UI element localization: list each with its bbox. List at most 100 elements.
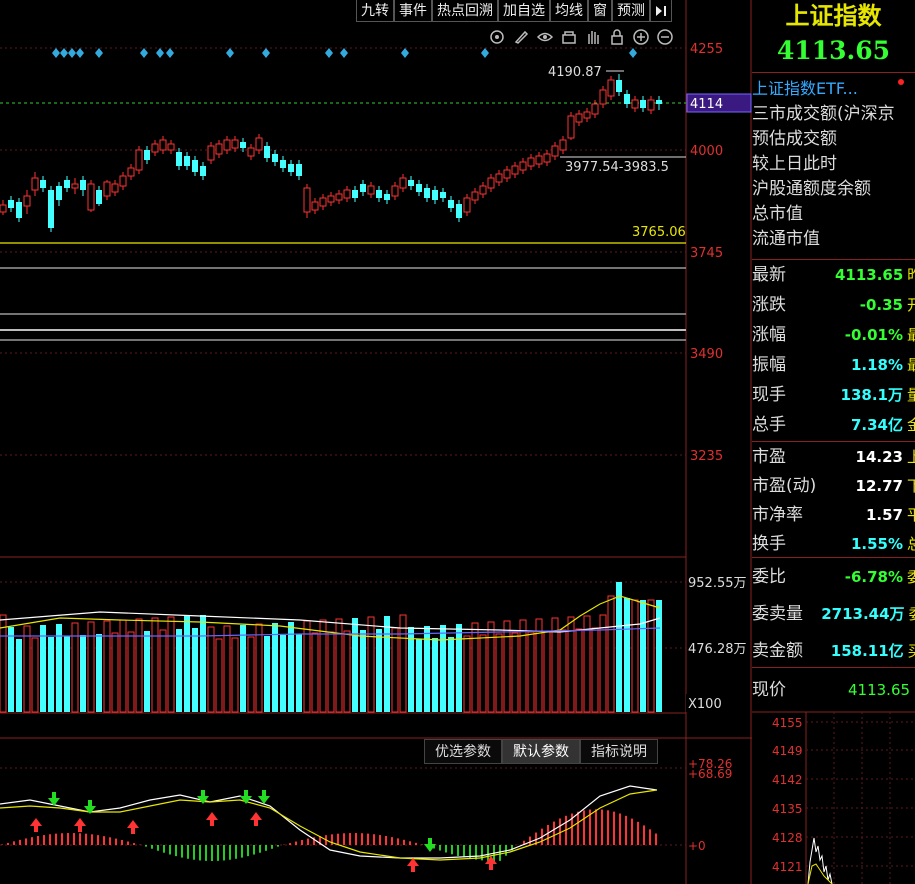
candle-body (607, 79, 615, 97)
svg-text:3235: 3235 (690, 449, 723, 464)
eye-icon[interactable] (536, 28, 554, 46)
svg-text:4000: 4000 (690, 144, 723, 159)
event-diamond (95, 48, 103, 58)
stat-label: 卖金额 (752, 641, 803, 661)
stat-suffix: 昨 (907, 265, 915, 284)
candle-body (583, 111, 591, 119)
toolbar-hotspot-review[interactable]: 热点回溯 (432, 0, 498, 22)
svg-text:4135: 4135 (772, 802, 803, 816)
volume-bar (127, 631, 135, 713)
info-line: 沪股通额度余额 (752, 179, 871, 199)
candle-body (103, 181, 111, 197)
stat-row: 卖金额 158.11亿买 (752, 633, 915, 670)
stat-label: 总手 (752, 414, 786, 435)
event-diamond (52, 48, 60, 58)
candle-body (631, 99, 639, 109)
volume-bar (184, 616, 190, 712)
pen-icon[interactable] (512, 28, 530, 46)
chart-tools (488, 28, 674, 46)
toolbar-jiuzhuan[interactable]: 九转 (356, 0, 394, 22)
stat-value: 138.1万 (840, 385, 903, 404)
stat-value: 1.18% (850, 355, 903, 374)
toolbar-window[interactable]: 窗 (588, 0, 612, 22)
svg-text:4149: 4149 (772, 744, 803, 758)
candle-body (264, 146, 270, 158)
stat-value: -0.35 (859, 295, 903, 314)
candle-body (335, 193, 343, 201)
volume-bar (376, 629, 382, 712)
support-annotation: 3765.06 (632, 225, 686, 240)
candle-body (599, 89, 607, 105)
volume-bar (456, 624, 462, 712)
stat-label: 市净率 (752, 505, 803, 525)
volume-bar (471, 622, 479, 713)
hand-icon[interactable] (584, 28, 602, 46)
stat-value: 2713.44万 (821, 605, 905, 623)
volume-bar (151, 617, 159, 713)
candle-body (296, 164, 302, 176)
stat-row: 市盈 14.23 上 (752, 443, 915, 472)
stat-label: 最新 (752, 264, 786, 285)
stat-suffix: 平 (907, 506, 915, 524)
toolbar-add-watchlist[interactable]: 加自选 (498, 0, 550, 22)
candle-body (567, 115, 575, 139)
etf-link[interactable]: 上证指数ETF... (752, 79, 858, 98)
indicator-line-white (0, 785, 658, 859)
volume-bar (631, 599, 639, 713)
candle-body (255, 137, 263, 151)
stat-suffix: 下 (907, 477, 915, 495)
candle-body (272, 154, 278, 162)
svg-text:3745: 3745 (690, 246, 723, 261)
event-diamond (156, 48, 164, 58)
volume-bar (487, 621, 495, 713)
quote-info: 上证指数ETF... 三市成交额(沪深京 预估成交额 较上日此时 沪股通额度余额… (752, 76, 915, 252)
tab-default-params[interactable]: 默认参数 (502, 739, 580, 764)
collapse-right-icon[interactable] (650, 0, 672, 22)
event-diamond (68, 48, 76, 58)
stat-suffix: 金 (907, 415, 915, 434)
lock-icon[interactable] (608, 28, 626, 46)
candle-body (551, 145, 559, 157)
volume-bar (352, 618, 358, 712)
candle-body (495, 173, 503, 183)
zoom-in-icon[interactable] (632, 28, 650, 46)
volume-bar (200, 615, 206, 712)
volume-bar (360, 630, 366, 712)
toolbar-forecast[interactable]: 预测 (612, 0, 650, 22)
stat-label: 委比 (752, 567, 786, 587)
candle-body (656, 100, 662, 104)
buy-arrow-icon (485, 856, 497, 870)
candle-body (543, 153, 551, 163)
event-markers (52, 48, 637, 58)
settings-icon[interactable] (488, 28, 506, 46)
volume-bar (8, 627, 14, 712)
lock-box-icon[interactable] (560, 28, 578, 46)
stat-suffix: 量 (907, 385, 915, 404)
volume-bar (111, 632, 119, 713)
valuation-stats: 市盈 14.23 上市盈(动) 12.77 下市净率 1.57 平换手 1.55% 总 (752, 443, 915, 559)
candle-body (200, 166, 206, 176)
event-diamond (262, 48, 270, 58)
volume-bar (479, 634, 487, 713)
candle-body (111, 183, 119, 193)
candle-body (384, 194, 390, 200)
candle-body (280, 160, 286, 168)
tab-indicator-help[interactable]: 指标说明 (580, 739, 658, 764)
zoom-out-icon[interactable] (656, 28, 674, 46)
candle-body (176, 152, 182, 166)
range-annotation: 3977.54-3983.5 (565, 160, 669, 175)
candle-body (456, 204, 462, 218)
info-line: 预估成交额 (752, 129, 837, 149)
candle-body (471, 191, 479, 201)
stat-value: 7.34亿 (850, 415, 903, 434)
candle-body (184, 156, 190, 166)
volume-bar (264, 636, 270, 712)
toolbar-moving-average[interactable]: 均线 (550, 0, 588, 22)
stat-value: -6.78% (844, 568, 903, 586)
candle-body (247, 147, 255, 157)
stat-row: 委比 -6.78% 委 (752, 559, 915, 596)
volume-bar (192, 628, 198, 712)
volume-bar (80, 635, 86, 712)
tab-optimized-params[interactable]: 优选参数 (424, 739, 502, 764)
toolbar-events[interactable]: 事件 (394, 0, 432, 22)
